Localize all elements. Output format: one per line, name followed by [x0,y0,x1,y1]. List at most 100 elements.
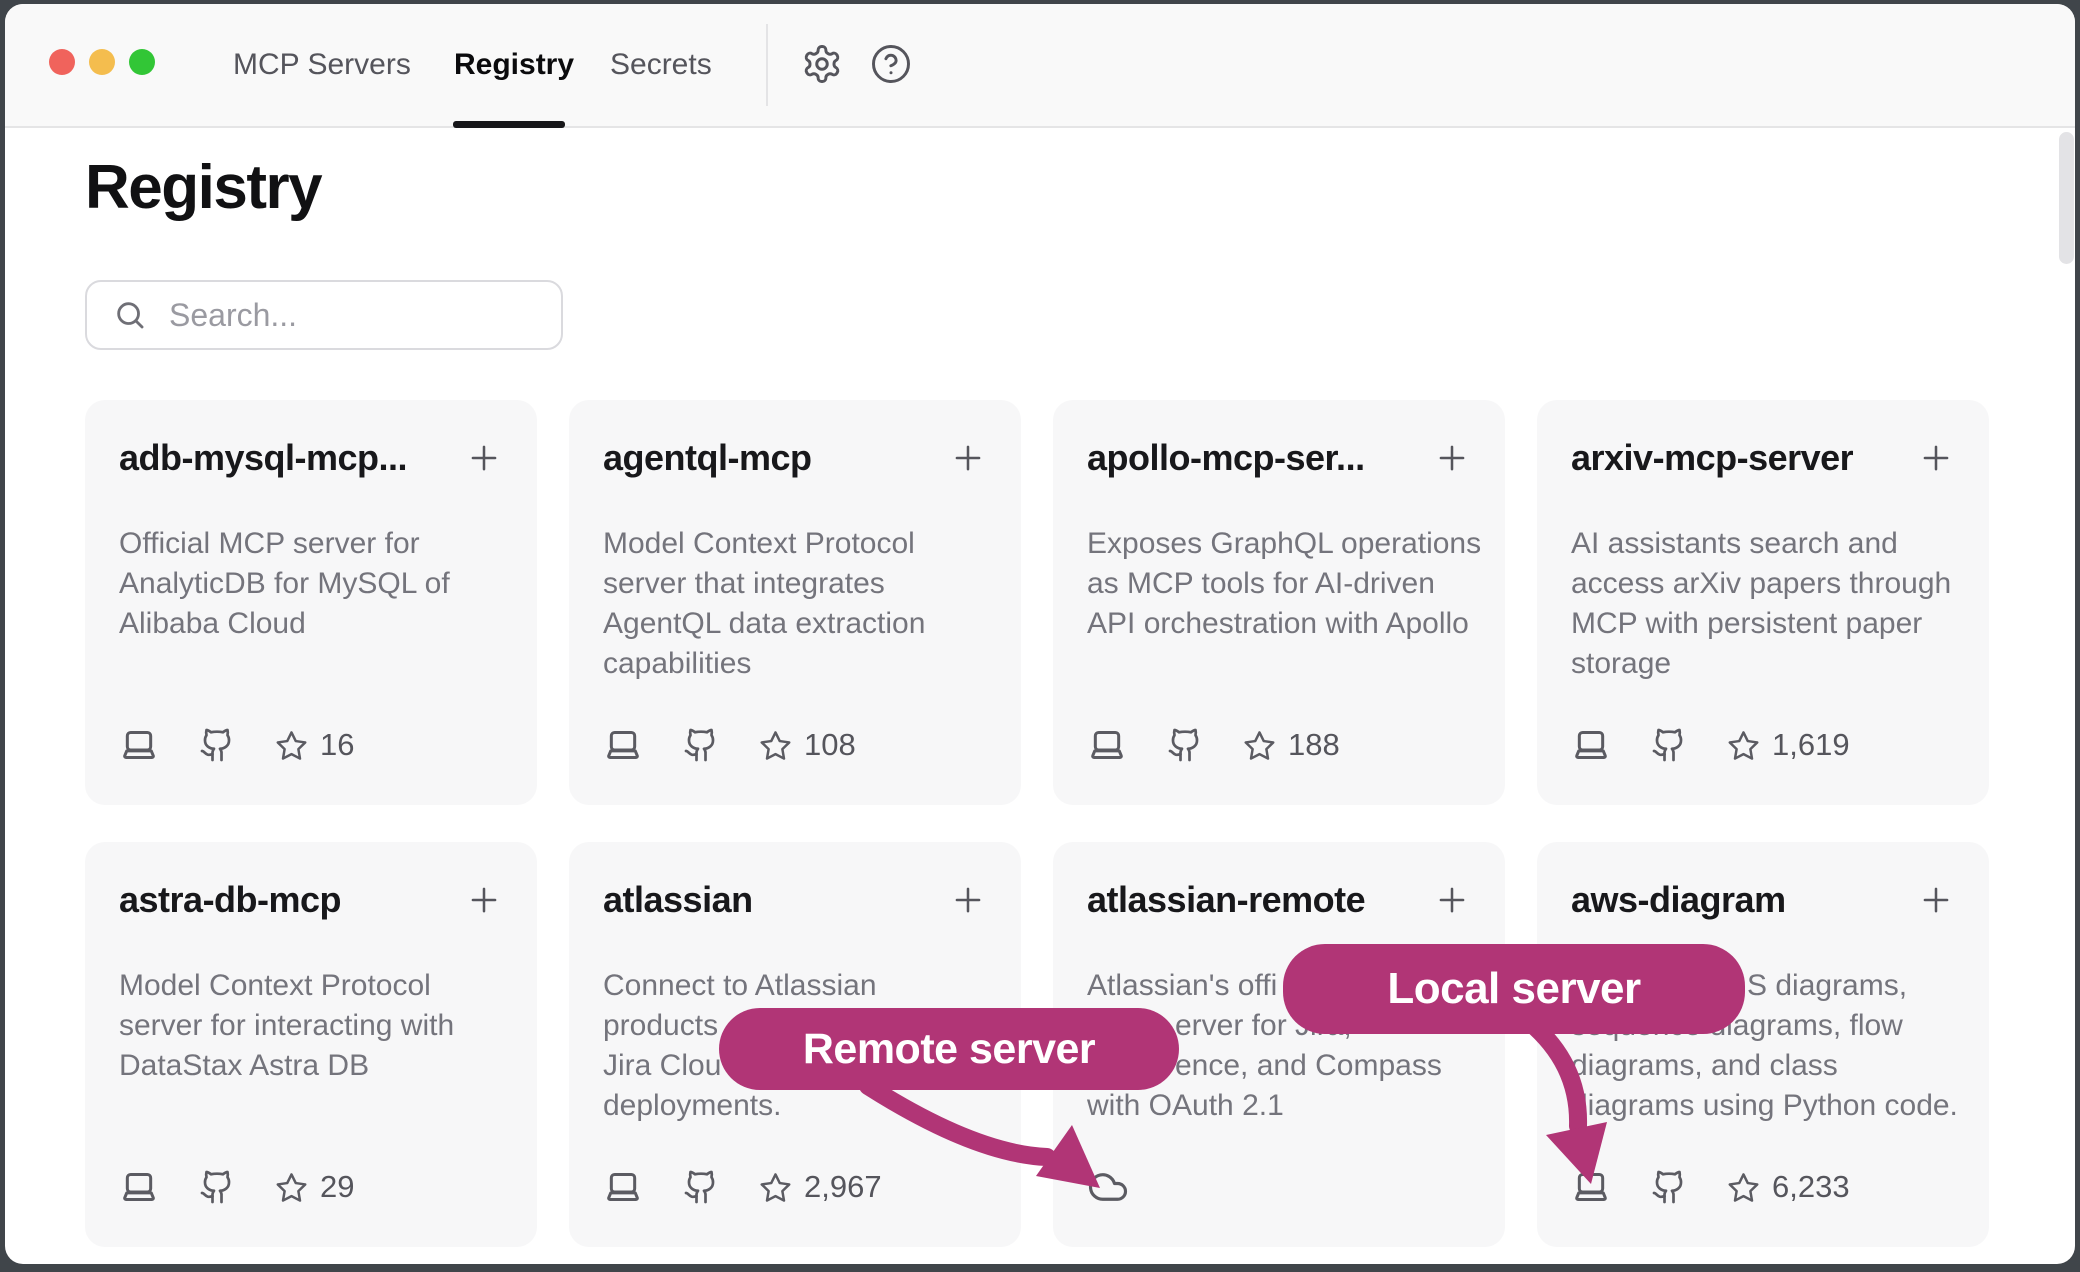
server-description-line: Model Context Protocol [119,966,503,1006]
server-name: apollo-mcp-ser... [1087,436,1365,480]
star-count: 6,233 [1772,1169,1850,1205]
github-icon [199,727,235,763]
star-icon [275,729,308,762]
star-icon [1727,1171,1760,1204]
github-icon [1651,1169,1687,1205]
server-card-footer: 1,619 [1571,725,1850,765]
server-card-footer: 188 [1087,725,1340,765]
laptop-icon [1571,1167,1611,1207]
add-server-icon[interactable] [1433,881,1471,919]
add-server-icon[interactable] [1917,881,1955,919]
server-card-grid: adb-mysql-mcp... Official MCP server for… [85,400,1989,1247]
title-bar: MCP Servers Registry Secrets [5,4,2075,128]
laptop-icon [603,1167,643,1207]
add-server-icon[interactable] [465,881,503,919]
star-count: 29 [320,1169,354,1205]
server-name: atlassian-remote [1087,878,1365,922]
server-description-line: AnalyticDB for MySQL of [119,564,503,604]
add-server-icon[interactable] [949,881,987,919]
server-description-line: API orchestration with Apollo [1087,604,1471,644]
add-server-icon[interactable] [1917,439,1955,477]
server-description: Model Context Protocolserver for interac… [119,966,503,1086]
add-server-icon[interactable] [465,439,503,477]
server-name: astra-db-mcp [119,878,341,922]
server-description-line: diagrams, and class [1571,1046,1955,1086]
gear-icon[interactable] [801,43,843,85]
server-description-line: Official MCP server for [119,524,503,564]
github-icon [1651,727,1687,763]
server-description-line: Alibaba Cloud [119,604,503,644]
star-count: 1,619 [1772,727,1850,763]
server-description-line: Exposes GraphQL operations [1087,524,1471,564]
server-description-line: storage [1571,644,1955,684]
search-input[interactable]: Search... [85,280,563,350]
star-count: 16 [320,727,354,763]
header-divider [766,24,768,106]
github-icon [199,1169,235,1205]
server-card[interactable]: agentql-mcp Model Context Protocolserver… [569,400,1021,805]
search-icon [113,298,147,332]
server-name: adb-mysql-mcp... [119,436,407,480]
server-description: Exposes GraphQL operationsas MCP tools f… [1087,524,1471,644]
active-tab-underline [453,121,565,128]
server-card-footer: 108 [603,725,856,765]
server-description-line: with OAuth 2.1 [1087,1086,1471,1126]
tab-mcp-servers[interactable]: MCP Servers [233,4,411,126]
server-description: Model Context Protocolserver that integr… [603,524,987,684]
star-count: 108 [804,727,856,763]
help-icon[interactable] [870,43,912,85]
star-count: 188 [1288,727,1340,763]
star-count: 2,967 [804,1169,882,1205]
server-description-line: AI assistants search and [1571,524,1955,564]
server-description-line: AgentQL data extraction [603,604,987,644]
server-description-line: as MCP tools for AI-driven [1087,564,1471,604]
server-card-footer [1087,1167,1129,1207]
close-button[interactable] [49,49,75,75]
server-description-line: access arXiv papers through [1571,564,1955,604]
laptop-icon [1571,725,1611,765]
page-title: Registry [85,152,321,223]
server-card[interactable]: apollo-mcp-ser... Exposes GraphQL operat… [1053,400,1505,805]
star-icon [1727,729,1760,762]
server-description: Official MCP server forAnalyticDB for My… [119,524,503,644]
server-description-line: Connect to Atlassian [603,966,987,1006]
server-card-footer: 29 [119,1167,354,1207]
laptop-icon [1087,725,1127,765]
tab-registry[interactable]: Registry [454,4,574,126]
server-name: atlassian [603,878,753,922]
add-server-icon[interactable] [1433,439,1471,477]
app-window: MCP Servers Registry Secrets Registry Se… [5,4,2075,1264]
search-placeholder: Search... [169,297,297,334]
server-card-footer: 16 [119,725,354,765]
zoom-button[interactable] [129,49,155,75]
cloud-icon [1087,1166,1129,1208]
server-description-line: DataStax Astra DB [119,1046,503,1086]
server-card-footer: 6,233 [1571,1167,1850,1207]
server-description-line: capabilities [603,644,987,684]
server-description-line: MCP with persistent paper [1571,604,1955,644]
laptop-icon [119,1167,159,1207]
minimize-button[interactable] [89,49,115,75]
scrollbar-thumb[interactable] [2059,132,2074,264]
server-description-line: server for interacting with [119,1006,503,1046]
server-description-line: diagrams using Python code. [1571,1086,1955,1126]
server-description-line: deployments. [603,1086,987,1126]
server-description-line: server that integrates [603,564,987,604]
laptop-icon [603,725,643,765]
remote-server-callout: Remote server [719,1008,1179,1090]
star-icon [1243,729,1276,762]
tab-secrets[interactable]: Secrets [610,4,712,126]
server-card[interactable]: adb-mysql-mcp... Official MCP server for… [85,400,537,805]
star-icon [759,1171,792,1204]
server-card[interactable]: astra-db-mcp Model Context Protocolserve… [85,842,537,1247]
github-icon [1167,727,1203,763]
server-name: aws-diagram [1571,878,1786,922]
server-description-line: Model Context Protocol [603,524,987,564]
server-card[interactable]: arxiv-mcp-server AI assistants search an… [1537,400,1989,805]
github-icon [683,1169,719,1205]
laptop-icon [119,725,159,765]
add-server-icon[interactable] [949,439,987,477]
server-card[interactable]: aws-diagram S diagrams,sequence diagrams… [1537,842,1989,1247]
server-name: arxiv-mcp-server [1571,436,1853,480]
star-icon [275,1171,308,1204]
